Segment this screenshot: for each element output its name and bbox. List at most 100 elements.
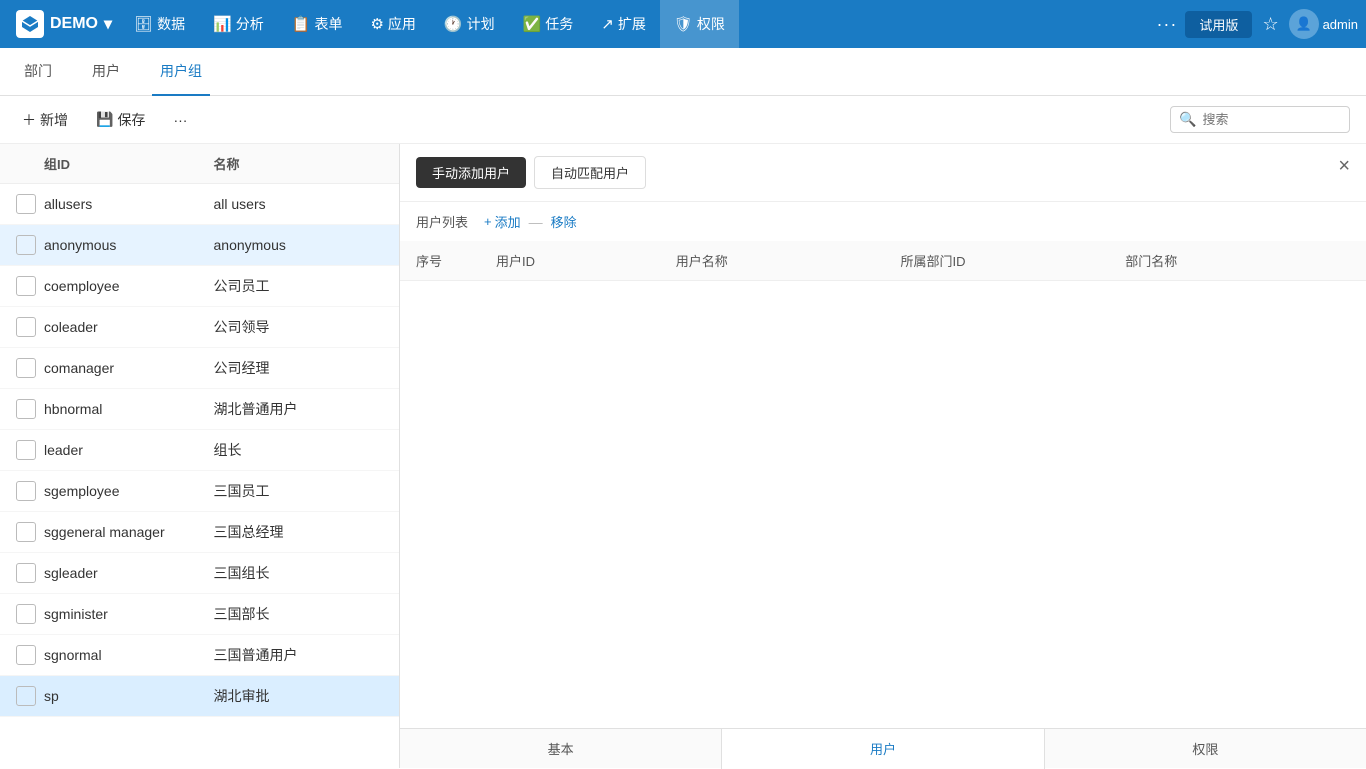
row-group-id: sggeneral manager <box>44 524 214 540</box>
tab-user-group-label: 用户组 <box>160 61 202 81</box>
row-group-id: sgemployee <box>44 483 214 499</box>
row-check[interactable] <box>16 563 44 583</box>
nav-expand[interactable]: ↗ 扩展 <box>587 0 660 48</box>
remove-user-text: 移除 <box>551 212 577 231</box>
table-row[interactable]: allusers all users <box>0 184 399 225</box>
nav-plan-label: 计划 <box>467 14 495 34</box>
bottom-tab-permission[interactable]: 权限 <box>1045 729 1366 769</box>
bottom-tab-user[interactable]: 用户 <box>722 729 1044 769</box>
table-row[interactable]: sggeneral manager 三国总经理 <box>0 512 399 553</box>
row-check[interactable] <box>16 604 44 624</box>
bottom-tabs: 基本 用户 权限 <box>400 728 1366 768</box>
checkbox[interactable] <box>16 317 36 337</box>
tab-user-group[interactable]: 用户组 <box>152 48 210 96</box>
add-label: 新增 <box>40 110 68 130</box>
add-user-icon: + <box>484 214 492 229</box>
table-row[interactable]: coemployee 公司员工 <box>0 266 399 307</box>
table-row[interactable]: sgemployee 三国员工 <box>0 471 399 512</box>
checkbox[interactable] <box>16 686 36 706</box>
row-group-id: leader <box>44 442 214 458</box>
more-button[interactable]: ··· <box>167 108 193 132</box>
tab-user-label: 用户 <box>92 61 120 81</box>
row-check[interactable] <box>16 686 44 706</box>
table-row[interactable]: sgnormal 三国普通用户 <box>0 635 399 676</box>
checkbox[interactable] <box>16 276 36 296</box>
nav-items: 🗄 数据 📊 分析 📋 表单 ⚙ 应用 🕐 计划 ✅ 任务 ↗ 扩展 🛡 <box>120 0 1152 48</box>
row-group-name: 三国普通用户 <box>214 645 384 665</box>
avatar-icon: 👤 <box>1295 16 1311 32</box>
row-group-name: 三国组长 <box>214 563 384 583</box>
row-group-name: 三国员工 <box>214 481 384 501</box>
row-check[interactable] <box>16 194 44 214</box>
table-row[interactable]: leader 组长 <box>0 430 399 471</box>
row-check[interactable] <box>16 399 44 419</box>
row-group-id: comanager <box>44 360 214 376</box>
username-col-header: 用户名称 <box>676 251 901 270</box>
nav-form[interactable]: 📋 表单 <box>278 0 357 48</box>
auto-match-tab[interactable]: 自动匹配用户 <box>534 156 646 189</box>
tab-user[interactable]: 用户 <box>84 48 128 96</box>
nav-task[interactable]: ✅ 任务 <box>509 0 588 48</box>
table-row[interactable]: sp 湖北审批 <box>0 676 399 717</box>
nav-permission[interactable]: 🛡 权限 <box>660 0 739 48</box>
checkbox[interactable] <box>16 481 36 501</box>
nav-task-label: 任务 <box>545 14 573 34</box>
row-check[interactable] <box>16 645 44 665</box>
more-label: ··· <box>173 112 187 128</box>
checkbox[interactable] <box>16 399 36 419</box>
checkbox[interactable] <box>16 645 36 665</box>
app-logo[interactable]: DEMO ▾ <box>8 10 120 38</box>
data-icon: 🗄 <box>134 15 153 33</box>
search-box[interactable]: 🔍 <box>1170 106 1350 133</box>
nav-app[interactable]: ⚙ 应用 <box>356 0 429 48</box>
admin-label[interactable]: admin <box>1323 17 1358 32</box>
search-input[interactable] <box>1202 112 1341 127</box>
row-check[interactable] <box>16 235 44 255</box>
nav-more-button[interactable]: ··· <box>1152 14 1181 35</box>
table-row[interactable]: sgminister 三国部长 <box>0 594 399 635</box>
table-row[interactable]: sgleader 三国组长 <box>0 553 399 594</box>
favorite-icon[interactable]: ☆ <box>1256 14 1284 35</box>
tab-dept-label: 部门 <box>24 61 52 81</box>
checkbox[interactable] <box>16 522 36 542</box>
row-check[interactable] <box>16 317 44 337</box>
checkbox[interactable] <box>16 235 36 255</box>
trial-button[interactable]: 试用版 <box>1185 11 1252 38</box>
table-row[interactable]: anonymous anonymous <box>0 225 399 266</box>
avatar[interactable]: 👤 <box>1289 9 1319 39</box>
checkbox[interactable] <box>16 563 36 583</box>
row-check[interactable] <box>16 522 44 542</box>
dept-name-col-header: 部门名称 <box>1125 251 1350 270</box>
seq-col-header: 序号 <box>416 251 496 270</box>
row-check[interactable] <box>16 481 44 501</box>
row-group-name: 湖北审批 <box>214 686 384 706</box>
nav-plan[interactable]: 🕐 计划 <box>430 0 509 48</box>
top-nav: DEMO ▾ 🗄 数据 📊 分析 📋 表单 ⚙ 应用 🕐 计划 ✅ 任务 ↗ <box>0 0 1366 48</box>
right-table-header: 序号 用户ID 用户名称 所属部门ID 部门名称 <box>400 241 1366 281</box>
checkbox[interactable] <box>16 604 36 624</box>
bottom-tab-basic[interactable]: 基本 <box>400 729 722 769</box>
save-button[interactable]: 💾 保存 <box>90 106 151 134</box>
row-check[interactable] <box>16 276 44 296</box>
tab-dept[interactable]: 部门 <box>16 48 60 96</box>
app-caret: ▾ <box>104 14 112 34</box>
table-row[interactable]: comanager 公司经理 <box>0 348 399 389</box>
nav-data[interactable]: 🗄 数据 <box>120 0 199 48</box>
nav-analysis[interactable]: 📊 分析 <box>199 0 278 48</box>
checkbox[interactable] <box>16 194 36 214</box>
nav-form-label: 表单 <box>314 14 342 34</box>
close-button[interactable]: × <box>1338 156 1350 176</box>
add-user-link[interactable]: + 添加 <box>484 212 521 231</box>
table-row[interactable]: coleader 公司领导 <box>0 307 399 348</box>
checkbox[interactable] <box>16 440 36 460</box>
checkbox[interactable] <box>16 358 36 378</box>
remove-user-link[interactable]: 移除 <box>551 212 577 231</box>
save-label: 保存 <box>117 110 145 130</box>
table-row[interactable]: hbnormal 湖北普通用户 <box>0 389 399 430</box>
user-list-label: 用户列表 <box>416 212 468 231</box>
row-check[interactable] <box>16 440 44 460</box>
row-check[interactable] <box>16 358 44 378</box>
row-group-name: 三国总经理 <box>214 522 384 542</box>
add-button[interactable]: ＋ 新增 <box>16 106 74 134</box>
manual-add-tab[interactable]: 手动添加用户 <box>416 157 526 188</box>
